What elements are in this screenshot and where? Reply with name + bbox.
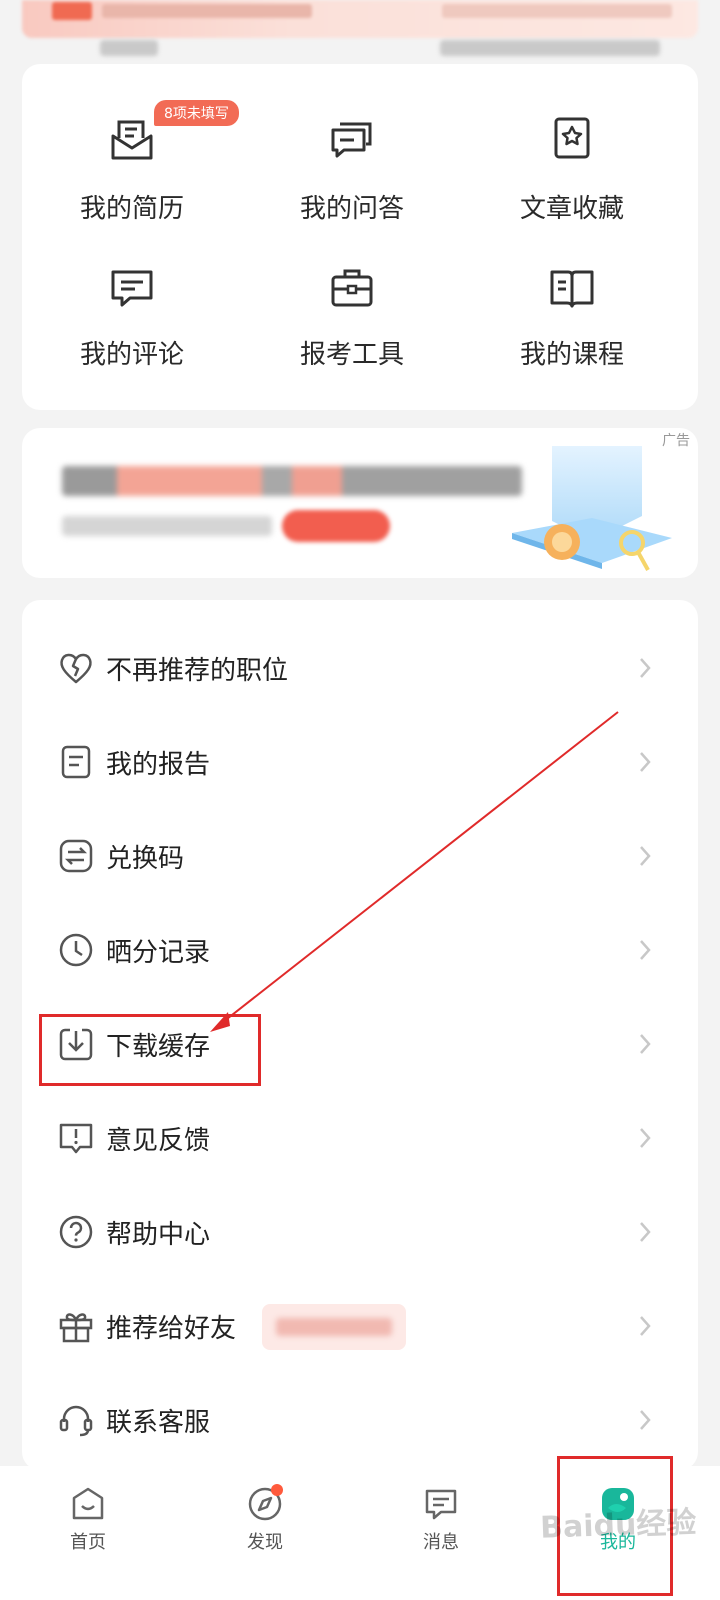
- promo-tag-blurred: [262, 1304, 406, 1350]
- menu-item-label: 推荐给好友: [106, 1314, 237, 1344]
- tab-messages[interactable]: 消息: [381, 1486, 501, 1554]
- menu-item-recommend-friend[interactable]: 推荐给好友: [22, 1280, 698, 1374]
- broken-heart-icon: [60, 653, 92, 684]
- tab-label: 首页: [70, 1532, 106, 1553]
- exchange-icon: [59, 839, 93, 873]
- headset-icon: [59, 1405, 93, 1437]
- feature-grid-card: 我的简历 8项未填写 我的问答 文章收藏 我的评论 报考工具 我的课程: [22, 64, 698, 410]
- message-icon: [425, 1489, 457, 1520]
- menu-item-label: 帮助中心: [106, 1220, 211, 1250]
- qa-icon: [331, 122, 372, 158]
- menu-item-help-center[interactable]: 帮助中心: [22, 1186, 698, 1280]
- grid-item-label: 报考工具: [299, 340, 404, 370]
- resume-icon: [111, 120, 153, 160]
- home-icon: [72, 1487, 104, 1520]
- ad-banner[interactable]: 广告: [22, 428, 698, 578]
- notification-dot: [271, 1484, 283, 1496]
- ad-cta-button[interactable]: [282, 510, 390, 542]
- watermark: Baidu经验: [539, 1505, 697, 1546]
- ad-illustration: [512, 446, 672, 571]
- top-banner[interactable]: [22, 0, 698, 38]
- tab-discover[interactable]: 发现: [205, 1484, 325, 1554]
- menu-item-report[interactable]: 我的报告: [22, 716, 698, 810]
- ad-headline-blurred: [62, 466, 522, 496]
- chevron-right-icon: [640, 1034, 651, 1054]
- tab-label: 消息: [423, 1532, 459, 1553]
- book-icon: [550, 270, 594, 308]
- tab-home[interactable]: 首页: [28, 1486, 148, 1554]
- chevron-right-icon: [640, 1410, 651, 1430]
- menu-item-customer-service[interactable]: 联系客服: [22, 1374, 698, 1468]
- menu-item-label: 不再推荐的职位: [106, 656, 289, 686]
- grid-item-label: 我的问答: [299, 194, 404, 224]
- tab-label: 发现: [247, 1532, 283, 1553]
- bookmark-icon: [554, 117, 590, 159]
- grid-item-label: 我的简历: [79, 194, 184, 224]
- help-icon: [59, 1215, 93, 1249]
- chevron-right-icon: [640, 658, 651, 678]
- menu-item-label: 晒分记录: [106, 938, 211, 968]
- menu-item-hidden-jobs[interactable]: 不再推荐的职位: [22, 622, 698, 716]
- chevron-right-icon: [640, 752, 651, 772]
- settings-list-card: 不再推荐的职位 我的报告 兑换码 晒分记录 下载缓存 意见反馈 帮助中心 推荐给…: [22, 600, 698, 1470]
- clock-icon: [59, 933, 93, 967]
- grid-item-label: 我的课程: [519, 340, 624, 370]
- menu-item-label: 下载缓存: [106, 1032, 211, 1062]
- menu-item-label: 兑换码: [106, 844, 185, 874]
- comment-icon: [111, 270, 153, 307]
- chevron-right-icon: [640, 1316, 651, 1336]
- grid-item-label: 我的评论: [79, 340, 184, 370]
- download-icon: [59, 1028, 93, 1061]
- menu-item-label: 联系客服: [106, 1408, 211, 1438]
- report-icon: [61, 745, 91, 779]
- menu-item-label: 意见反馈: [106, 1126, 211, 1156]
- feedback-icon: [59, 1123, 93, 1154]
- menu-item-score-history[interactable]: 晒分记录: [22, 904, 698, 998]
- ad-subtext-blurred: [62, 516, 272, 536]
- gift-icon: [59, 1313, 93, 1343]
- chevron-right-icon: [640, 1222, 651, 1242]
- blurred-stat: [100, 40, 158, 56]
- resume-incomplete-badge: 8项未填写: [154, 100, 239, 126]
- ad-label: 广告: [662, 433, 690, 449]
- menu-item-label: 我的报告: [106, 750, 211, 780]
- menu-item-feedback[interactable]: 意见反馈: [22, 1092, 698, 1186]
- chevron-right-icon: [640, 1128, 651, 1148]
- menu-item-redeem-code[interactable]: 兑换码: [22, 810, 698, 904]
- grid-item-label: 文章收藏: [519, 194, 624, 224]
- chevron-right-icon: [640, 940, 651, 960]
- chevron-right-icon: [640, 846, 651, 866]
- menu-item-download-cache[interactable]: 下载缓存: [22, 998, 698, 1092]
- toolbox-icon: [331, 269, 373, 307]
- blurred-stat: [440, 40, 660, 56]
